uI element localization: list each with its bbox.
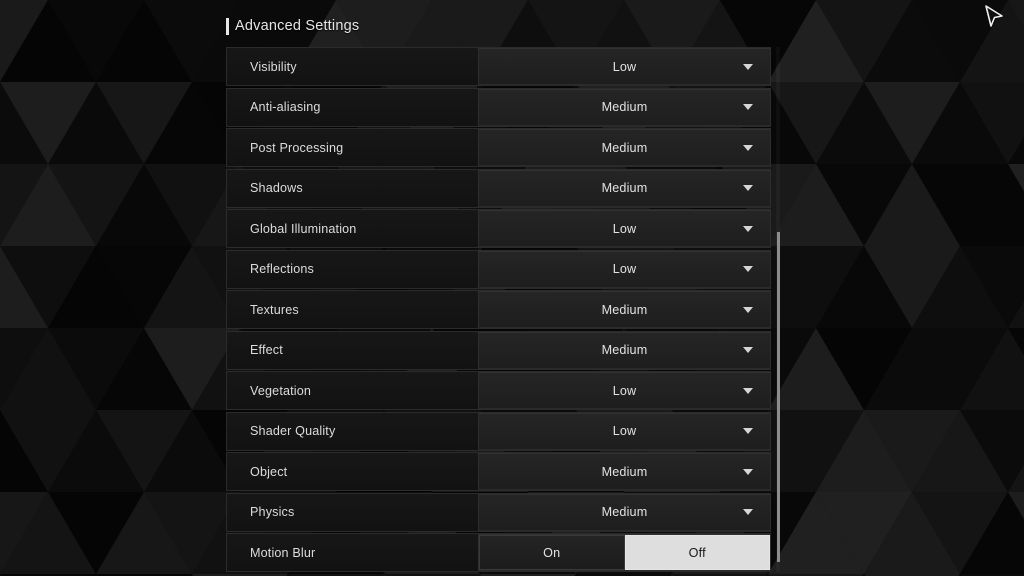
dropdown-selected-value: Medium [601, 464, 648, 479]
setting-control: Medium [478, 453, 771, 490]
setting-dropdown[interactable]: Medium [479, 90, 770, 125]
chevron-down-icon[interactable] [743, 509, 753, 515]
setting-row: Textures Medium [226, 290, 771, 329]
title-accent-bar [226, 17, 229, 35]
advanced-settings-panel: Advanced Settings Visibility Low Anti-alia… [226, 0, 782, 576]
chevron-down-icon[interactable] [743, 266, 753, 272]
setting-control: Medium [478, 129, 771, 166]
setting-label: Vegetation [227, 372, 478, 409]
setting-label: Shader Quality [227, 412, 478, 450]
setting-dropdown[interactable]: Medium [479, 333, 770, 368]
chevron-down-icon[interactable] [743, 306, 753, 313]
setting-control: Medium [478, 291, 771, 328]
panel-header: Advanced Settings [226, 14, 359, 38]
chevron-down-icon[interactable] [743, 347, 753, 353]
setting-label: Post Processing [227, 129, 478, 166]
dropdown-selected-value: Low [612, 424, 637, 438]
dropdown-selected-value: Medium [601, 343, 648, 357]
game-settings-screen: Advanced Settings Visibility Low Anti-alia… [0, 0, 1024, 576]
setting-row: Effect Medium [226, 330, 771, 370]
setting-control: Medium [478, 331, 771, 369]
scrollbar-thumb[interactable] [777, 232, 780, 562]
setting-dropdown[interactable]: Medium [479, 171, 770, 206]
setting-row: Motion Blur On Off [226, 533, 771, 572]
chevron-down-icon[interactable] [743, 63, 753, 70]
setting-toggle-group: On Off [479, 535, 770, 570]
setting-control: Low [478, 250, 771, 288]
setting-control: Medium [478, 88, 771, 126]
setting-label: Visibility [227, 48, 478, 85]
setting-dropdown[interactable]: Low [479, 49, 770, 84]
setting-dropdown[interactable]: Low [479, 373, 770, 408]
dropdown-selected-value: Medium [601, 181, 648, 195]
setting-control: Medium [478, 169, 771, 207]
setting-row: Shadows Medium [226, 168, 771, 208]
setting-row: Physics Medium [226, 492, 771, 532]
setting-control: Low [478, 210, 771, 247]
setting-row: Reflections Low [226, 249, 771, 289]
setting-label: Effect [227, 331, 478, 369]
setting-label: Physics [227, 493, 478, 531]
setting-label: Global Illumination [227, 210, 478, 247]
chevron-down-icon[interactable] [743, 428, 753, 434]
chevron-down-icon[interactable] [743, 104, 753, 110]
setting-row: Global Illumination Low [226, 209, 771, 248]
page-title: Advanced Settings [235, 18, 360, 34]
chevron-down-icon[interactable] [743, 144, 753, 151]
setting-dropdown[interactable]: Low [479, 252, 770, 287]
setting-control: Low [478, 48, 771, 85]
dropdown-selected-value: Medium [601, 140, 648, 155]
setting-label: Motion Blur [227, 534, 478, 571]
setting-row: Shader Quality Low [226, 411, 771, 451]
toggle-option-off[interactable]: Off [624, 535, 770, 570]
setting-label: Textures [227, 291, 478, 328]
setting-dropdown[interactable]: Medium [479, 292, 770, 327]
dropdown-selected-value: Low [612, 221, 637, 236]
toggle-option-on[interactable]: On [479, 535, 625, 570]
setting-dropdown[interactable]: Low [479, 414, 770, 449]
setting-dropdown[interactable]: Medium [479, 130, 770, 165]
setting-dropdown[interactable]: Medium [479, 495, 770, 530]
chevron-down-icon[interactable] [743, 225, 753, 232]
dropdown-selected-value: Medium [601, 302, 648, 317]
settings-list: Visibility Low Anti-aliasing Medium Post Pro… [226, 47, 771, 574]
setting-row: Vegetation Low [226, 371, 771, 410]
setting-control: Medium [478, 493, 771, 531]
dropdown-selected-value: Low [612, 383, 637, 398]
setting-row: Object Medium [226, 452, 771, 491]
setting-row: Visibility Low [226, 47, 771, 86]
setting-dropdown[interactable]: Medium [479, 454, 770, 489]
dropdown-selected-value: Medium [601, 505, 648, 519]
dropdown-selected-value: Low [612, 59, 637, 74]
setting-control: Low [478, 412, 771, 450]
setting-control: Low [478, 372, 771, 409]
chevron-down-icon[interactable] [743, 387, 753, 394]
setting-row: Post Processing Medium [226, 128, 771, 167]
setting-row: Anti-aliasing Medium [226, 87, 771, 127]
chevron-down-icon[interactable] [743, 468, 753, 475]
setting-control: On Off [478, 534, 771, 571]
setting-label: Object [227, 453, 478, 490]
dropdown-selected-value: Medium [601, 100, 648, 114]
setting-label: Reflections [227, 250, 478, 288]
dropdown-selected-value: Low [612, 262, 637, 276]
setting-dropdown[interactable]: Low [479, 211, 770, 246]
chevron-down-icon[interactable] [743, 185, 753, 191]
setting-label: Shadows [227, 169, 478, 207]
setting-label: Anti-aliasing [227, 88, 478, 126]
